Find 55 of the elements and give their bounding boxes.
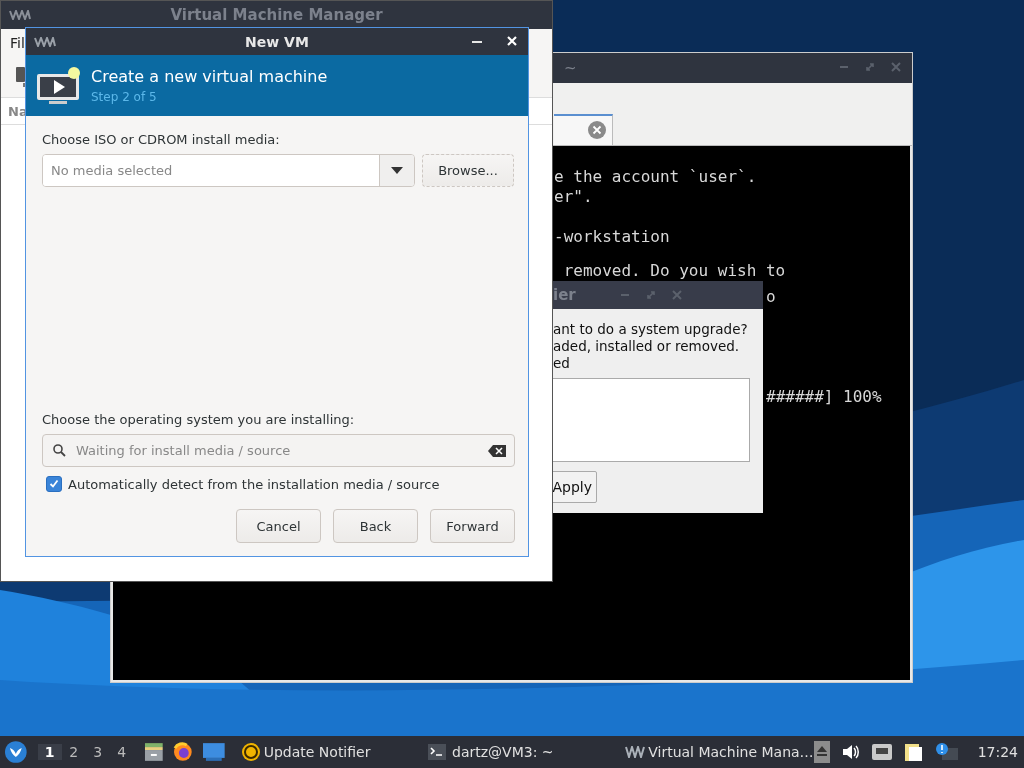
dialog-button[interactable]: Forward [430, 509, 515, 543]
terminal-line: e the account `user`. [554, 167, 757, 187]
file-cabinet-icon[interactable] [143, 742, 164, 762]
message-text: aded, installed or removed. [553, 338, 741, 355]
media-combo-box[interactable]: No media selected [42, 154, 415, 187]
monitor-play-icon [35, 65, 83, 106]
message-text: ant to do a system upgrade? [553, 321, 749, 338]
terminal-line: -workstation [554, 227, 670, 247]
terminal-line: er". [554, 187, 593, 207]
wizard-title: Create a new virtual machine [91, 67, 328, 86]
terminal-line: o [766, 287, 776, 307]
clipboard-icon[interactable] [903, 742, 924, 762]
taskbar-task[interactable]: Virtual Machine Mana… [625, 744, 814, 760]
app-logo-icon [625, 746, 646, 758]
speaker-icon[interactable] [841, 743, 860, 761]
browse-button[interactable]: Browse... [422, 154, 514, 187]
workspace-button[interactable]: 2 [61, 744, 86, 760]
menu-item[interactable]: Fil [10, 35, 25, 51]
window-title: ~ [564, 59, 577, 77]
field-label: Choose ISO or CDROM install media: [42, 132, 281, 147]
search-field[interactable]: Waiting for install media / source [42, 434, 515, 467]
dialog-button[interactable]: Back [333, 509, 418, 543]
step-indicator: Step 2 of 5 [91, 90, 158, 104]
workspace-button[interactable]: 1 [37, 744, 62, 760]
checkbox-label: Automatically detect from the installation media / source [68, 476, 440, 492]
workspace-button[interactable]: 4 [109, 744, 134, 760]
window-title: New VM [245, 33, 309, 50]
checkmark-icon [49, 479, 59, 489]
workspace-button[interactable]: 3 [85, 744, 110, 760]
field-label: Choose the operating system you are installing: [42, 412, 356, 427]
checkbox[interactable] [46, 476, 62, 492]
terminal-line: ######] 100% [766, 387, 882, 407]
terminal-line: removed. Do you wish to [562, 261, 786, 281]
window-title: ier [553, 286, 576, 304]
taskbar-task[interactable]: dartz@VM3: ~ [428, 744, 606, 760]
dropdown-arrow-icon[interactable] [391, 167, 403, 174]
browser-icon[interactable] [173, 742, 194, 762]
terminal-tab[interactable] [554, 114, 613, 145]
app-logo-icon [9, 10, 31, 20]
notification-icon[interactable] [935, 743, 958, 761]
search-input[interactable]: Waiting for install media / source [74, 442, 480, 459]
eject-icon[interactable] [813, 741, 830, 763]
terminal-icon [428, 744, 447, 760]
taskbar-task[interactable]: Update Notifier [240, 742, 409, 762]
clear-icon[interactable] [488, 444, 506, 457]
clock: 17:24 [977, 744, 1018, 760]
network-icon[interactable] [871, 744, 892, 760]
apply-button[interactable]: Apply [553, 471, 597, 503]
monitor-icon[interactable] [15, 66, 25, 88]
search-icon [53, 444, 66, 457]
dialog-button[interactable]: Cancel [236, 509, 321, 543]
window-icon[interactable] [203, 743, 225, 761]
app-logo-icon [34, 37, 56, 47]
message-text: ed [553, 355, 571, 372]
window-title: Virtual Machine Manager [170, 6, 383, 24]
